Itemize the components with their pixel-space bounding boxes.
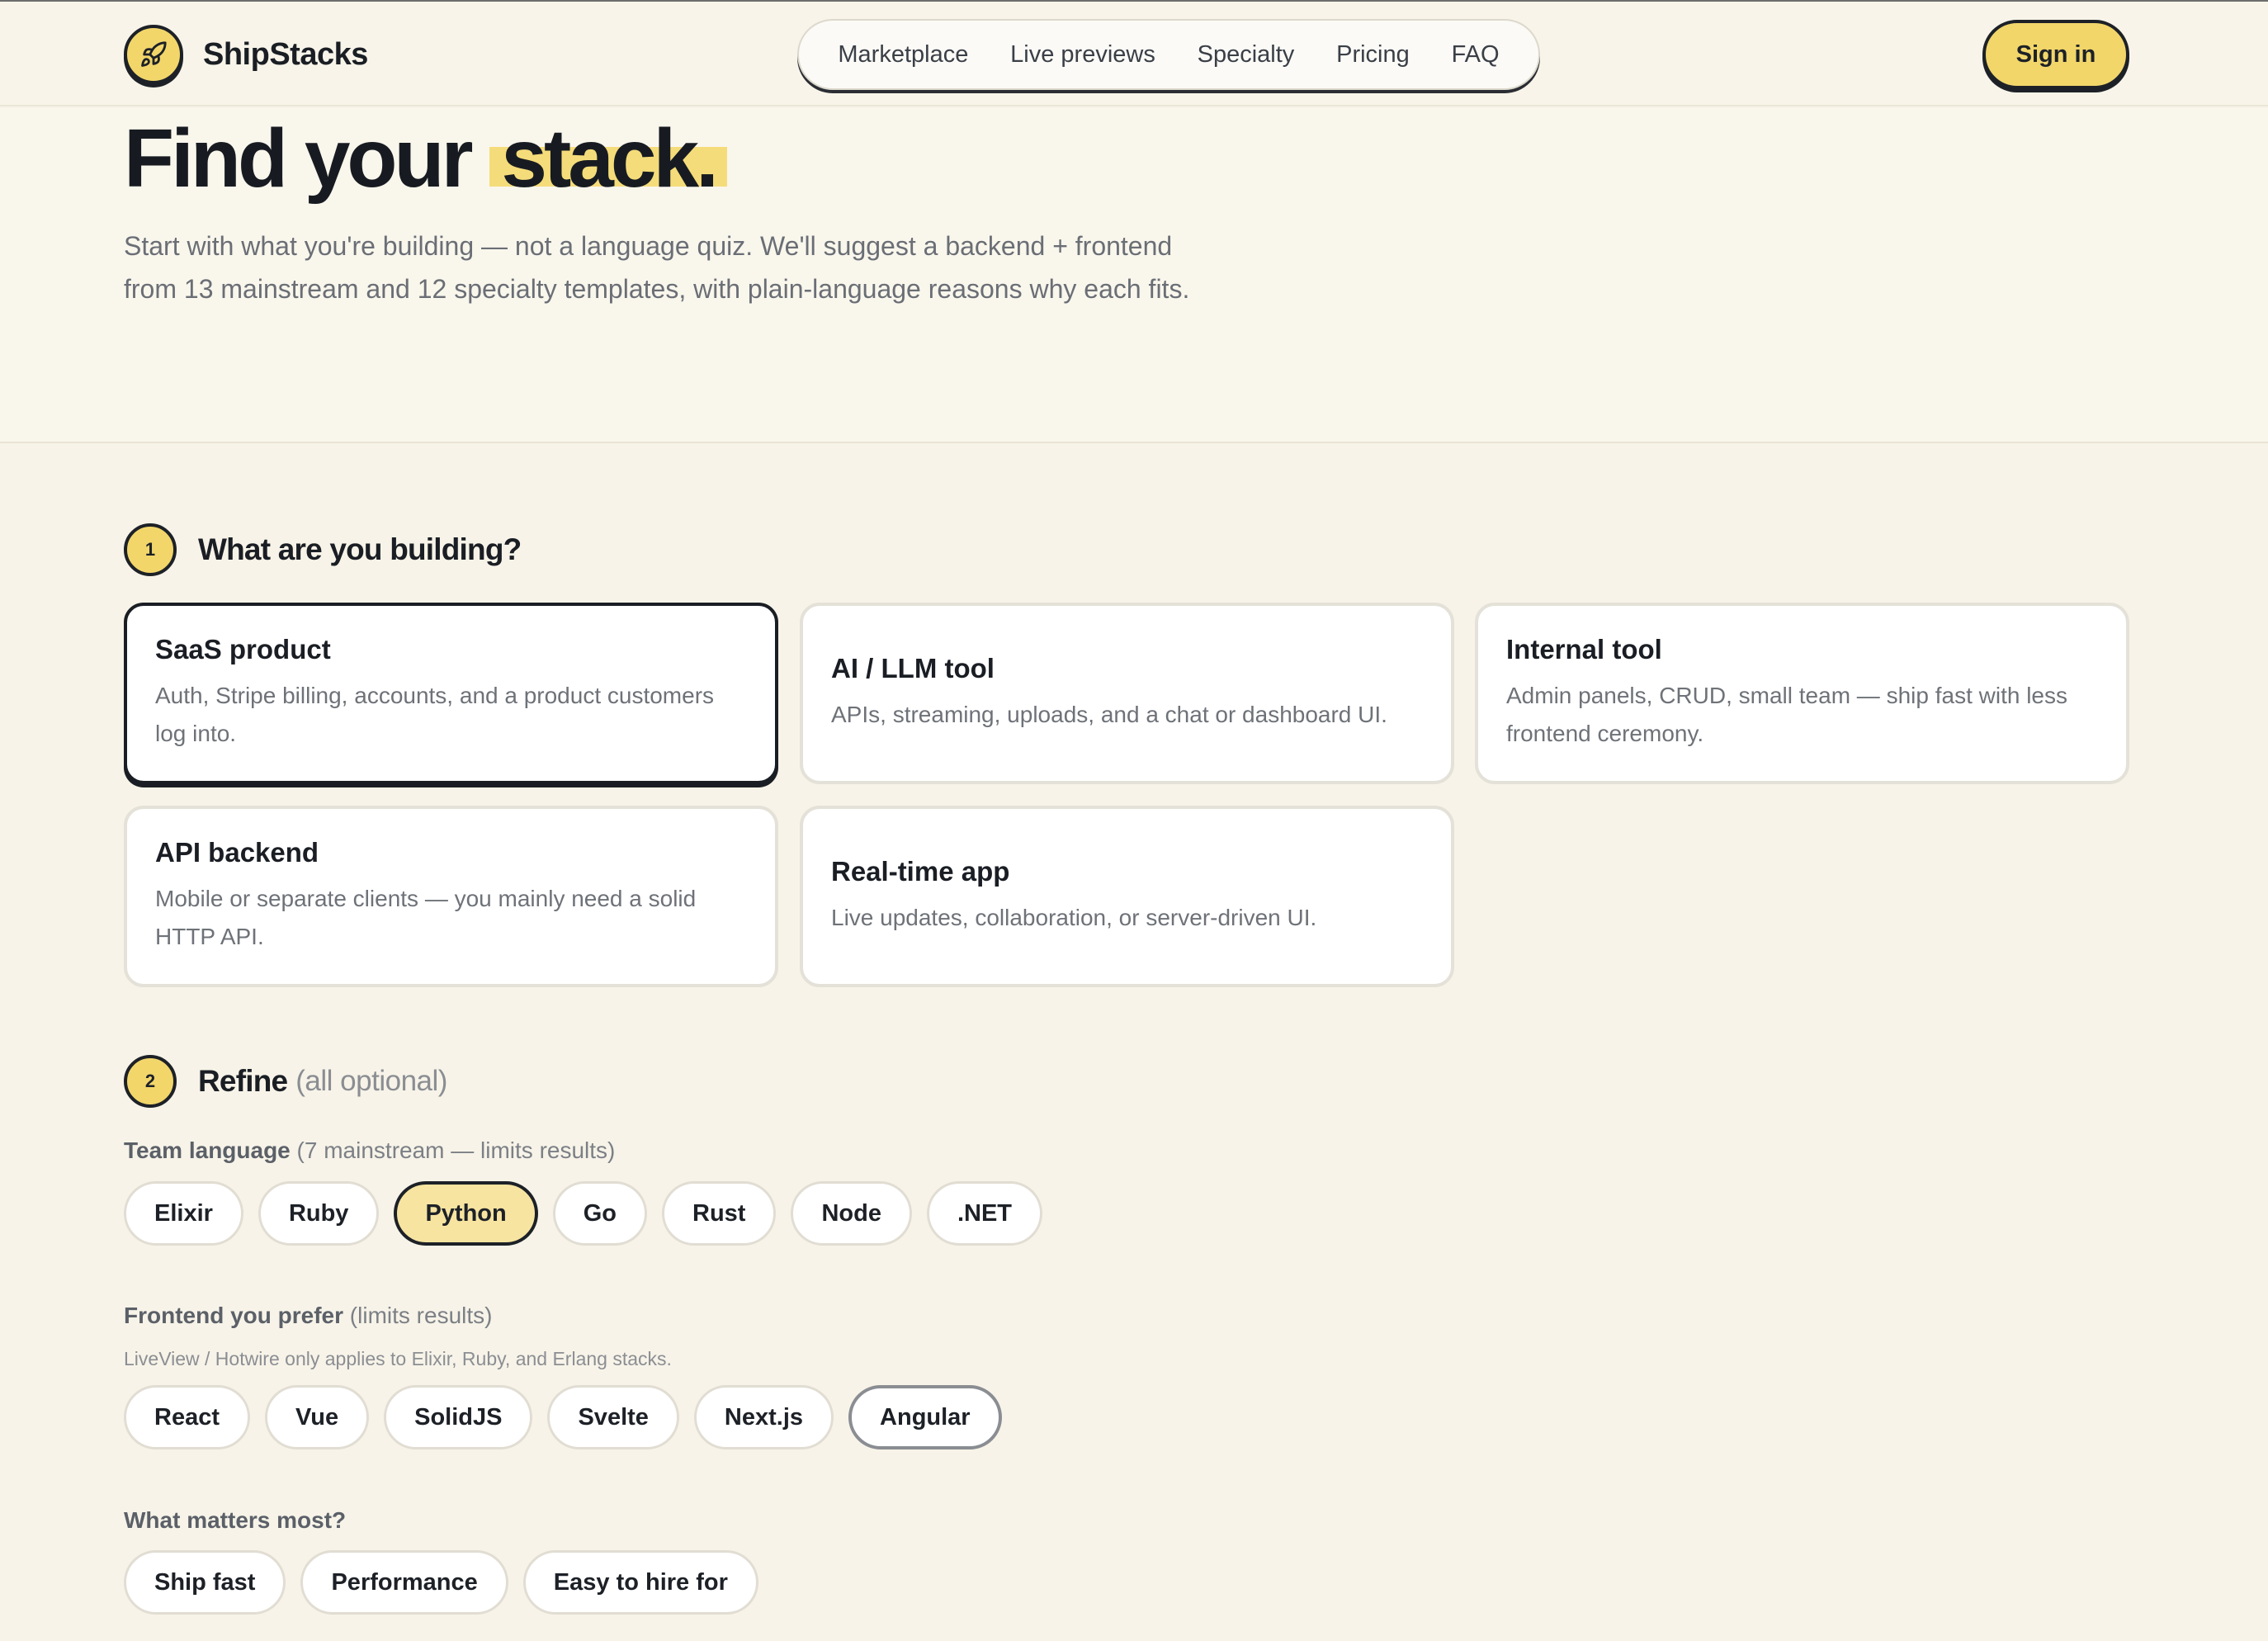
label-note: (7 mainstream — limits results): [296, 1137, 616, 1163]
step-2-note: (all optional): [295, 1065, 447, 1097]
brand-name: ShipStacks: [203, 36, 368, 72]
frontend-label: Frontend you prefer (limits results): [124, 1303, 492, 1329]
card-ai-llm-tool[interactable]: AI / LLM tool APIs, streaming, uploads, …: [800, 603, 1454, 784]
title-start: Find your: [124, 112, 474, 205]
chip-elixir[interactable]: Elixir: [124, 1181, 243, 1246]
nav-faq[interactable]: FAQ: [1452, 41, 1500, 69]
site-header: ShipStacks Marketplace Live previews Spe…: [0, 2, 2268, 106]
team-language-label: Team language (7 mainstream — limits res…: [124, 1137, 615, 1164]
priority-chips: Ship fast Performance Easy to hire for: [124, 1550, 758, 1615]
chip-ruby[interactable]: Ruby: [258, 1181, 380, 1246]
nav-marketplace[interactable]: Marketplace: [838, 41, 968, 69]
card-internal-tool[interactable]: Internal tool Admin panels, CRUD, small …: [1475, 603, 2129, 784]
card-description: APIs, streaming, uploads, and a chat or …: [831, 702, 1387, 727]
page-title: Find your stack.: [124, 117, 727, 200]
label-text: Team language: [124, 1137, 291, 1163]
frontend-chips: React Vue SolidJS Svelte Next.js Angular: [124, 1385, 1002, 1449]
chip-ship-fast[interactable]: Ship fast: [124, 1550, 286, 1615]
chip-react[interactable]: React: [124, 1385, 250, 1449]
title-highlight: stack.: [489, 112, 727, 205]
chip-vue[interactable]: Vue: [265, 1385, 370, 1449]
chip-svelte[interactable]: Svelte: [547, 1385, 679, 1449]
chip-angular[interactable]: Angular: [848, 1385, 1002, 1449]
card-description: Admin panels, CRUD, small team — ship fa…: [1506, 683, 2067, 746]
frontend-hint: LiveView / Hotwire only applies to Elixi…: [124, 1348, 672, 1369]
chip-node[interactable]: Node: [791, 1181, 912, 1246]
step-1-header: 1 What are you building?: [124, 523, 522, 576]
step-2-title: Refine: [198, 1064, 288, 1098]
step-1-number: 1: [124, 523, 177, 576]
card-api-backend[interactable]: API backend Mobile or separate clients —…: [124, 806, 778, 987]
nav-live-previews[interactable]: Live previews: [1010, 41, 1155, 69]
rocket-icon: [124, 25, 183, 84]
chip-nextjs[interactable]: Next.js: [693, 1385, 834, 1449]
chip-performance[interactable]: Performance: [300, 1550, 508, 1615]
card-title: Internal tool: [1506, 634, 1662, 664]
card-description: Auth, Stripe billing, accounts, and a pr…: [155, 683, 715, 746]
label-note: (limits results): [349, 1303, 493, 1328]
nav-specialty[interactable]: Specialty: [1198, 41, 1295, 69]
card-title: SaaS product: [155, 634, 331, 664]
chip-go[interactable]: Go: [552, 1181, 647, 1246]
chip-easy-to-hire-for[interactable]: Easy to hire for: [522, 1550, 758, 1615]
step-1-title: What are you building?: [198, 532, 522, 566]
hero-subtitle: Start with what you're building — not a …: [124, 225, 1296, 310]
label-text: Frontend you prefer: [124, 1303, 344, 1328]
main-nav: Marketplace Live previews Specialty Pric…: [797, 19, 1540, 90]
sign-in-button[interactable]: Sign in: [1982, 20, 2129, 89]
chip-python[interactable]: Python: [394, 1181, 538, 1246]
card-description: Mobile or separate clients — you mainly …: [155, 886, 697, 949]
chip-dotnet[interactable]: .NET: [926, 1181, 1043, 1246]
team-language-chips: Elixir Ruby Python Go Rust Node .NET: [124, 1181, 1043, 1246]
card-title: Real-time app: [831, 856, 1010, 887]
step-2-header: 2 Refine (all optional): [124, 1055, 447, 1108]
card-saas-product[interactable]: SaaS product Auth, Stripe billing, accou…: [124, 603, 778, 784]
chip-rust[interactable]: Rust: [662, 1181, 777, 1246]
logo[interactable]: ShipStacks: [124, 25, 368, 84]
subtitle-line-1: Start with what you're building — not a …: [124, 231, 1173, 261]
priority-label: What matters most?: [124, 1507, 347, 1533]
step-2-number: 2: [124, 1055, 177, 1108]
card-title: AI / LLM tool: [831, 653, 995, 683]
subtitle-line-2: from 13 mainstream and 12 specialty temp…: [124, 274, 1190, 304]
chip-solidjs[interactable]: SolidJS: [384, 1385, 533, 1449]
card-title: API backend: [155, 837, 319, 868]
card-description: Live updates, collaboration, or server-d…: [831, 905, 1317, 930]
nav-pricing[interactable]: Pricing: [1336, 41, 1410, 69]
card-real-time-app[interactable]: Real-time app Live updates, collaboratio…: [800, 806, 1454, 987]
